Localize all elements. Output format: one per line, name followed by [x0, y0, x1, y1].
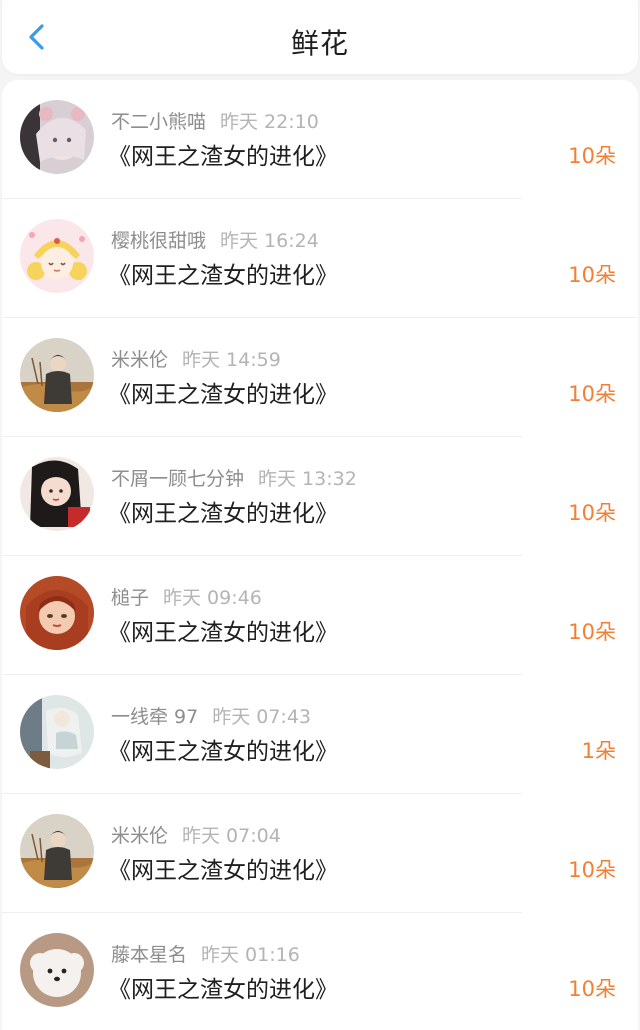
timestamp: 昨天 22:10	[220, 111, 319, 133]
top-bar: 鲜花	[2, 0, 638, 74]
timestamp: 昨天 01:16	[201, 944, 300, 966]
avatar[interactable]	[20, 100, 94, 174]
timestamp: 昨天 07:04	[182, 825, 281, 847]
record-meta: 米米伦 昨天 07:04	[111, 821, 281, 848]
list-item[interactable]: 槌子 昨天 09:46 《网王之渣女的进化》 10朵	[2, 556, 638, 675]
flower-count: 10朵	[568, 263, 616, 287]
record-meta: 藤本星名 昨天 01:16	[111, 940, 300, 967]
list-item[interactable]: 米米伦 昨天 07:04 《网王之渣女的进化》 10朵	[2, 794, 638, 913]
list-item[interactable]: 樱桃很甜哦 昨天 16:24 《网王之渣女的进化》 10朵	[2, 199, 638, 318]
avatar[interactable]	[20, 814, 94, 888]
record-meta: 一线牵 97 昨天 07:43	[111, 702, 311, 729]
avatar[interactable]	[20, 933, 94, 1007]
book-title[interactable]: 《网王之渣女的进化》	[108, 970, 338, 1004]
timestamp: 昨天 16:24	[220, 230, 319, 252]
username[interactable]: 米米伦	[111, 349, 168, 371]
username[interactable]: 一线牵 97	[111, 706, 198, 728]
record-meta: 米米伦 昨天 14:59	[111, 345, 281, 372]
flower-count: 1朵	[581, 739, 616, 763]
book-title[interactable]: 《网王之渣女的进化》	[108, 375, 338, 409]
flower-count: 10朵	[568, 382, 616, 406]
record-meta: 不屑一顾七分钟 昨天 13:32	[111, 464, 357, 491]
book-title[interactable]: 《网王之渣女的进化》	[108, 732, 338, 766]
timestamp: 昨天 09:46	[163, 587, 262, 609]
record-meta: 槌子 昨天 09:46	[111, 583, 262, 610]
avatar[interactable]	[20, 338, 94, 412]
flower-count: 10朵	[568, 620, 616, 644]
list-item[interactable]: 米米伦 昨天 14:59 《网王之渣女的进化》 10朵	[2, 318, 638, 437]
list-item[interactable]: 不屑一顾七分钟 昨天 13:32 《网王之渣女的进化》 10朵	[2, 437, 638, 556]
avatar[interactable]	[20, 695, 94, 769]
flower-count: 10朵	[568, 144, 616, 168]
book-title[interactable]: 《网王之渣女的进化》	[108, 256, 338, 290]
username[interactable]: 槌子	[111, 587, 149, 609]
list-item[interactable]: 不二小熊喵 昨天 22:10 《网王之渣女的进化》 10朵	[2, 80, 638, 199]
record-meta: 不二小熊喵 昨天 22:10	[111, 107, 319, 134]
avatar[interactable]	[20, 576, 94, 650]
avatar[interactable]	[20, 457, 94, 531]
book-title[interactable]: 《网王之渣女的进化》	[108, 851, 338, 885]
timestamp: 昨天 14:59	[182, 349, 281, 371]
flower-count: 10朵	[568, 501, 616, 525]
avatar[interactable]	[20, 219, 94, 293]
username[interactable]: 樱桃很甜哦	[111, 230, 206, 252]
flower-count: 10朵	[568, 977, 616, 1001]
page-title: 鲜花	[290, 27, 349, 60]
username[interactable]: 不二小熊喵	[111, 111, 206, 133]
record-meta: 樱桃很甜哦 昨天 16:24	[111, 226, 319, 253]
timestamp: 昨天 07:43	[212, 706, 312, 728]
flower-record-list: 不二小熊喵 昨天 22:10 《网王之渣女的进化》 10朵 樱桃很甜哦 昨天 1…	[2, 80, 638, 1030]
username[interactable]: 藤本星名	[111, 944, 187, 966]
list-item[interactable]: 一线牵 97 昨天 07:43 《网王之渣女的进化》 1朵	[2, 675, 638, 794]
book-title[interactable]: 《网王之渣女的进化》	[108, 494, 338, 528]
book-title[interactable]: 《网王之渣女的进化》	[108, 613, 338, 647]
username[interactable]: 不屑一顾七分钟	[111, 468, 244, 490]
timestamp: 昨天 13:32	[258, 468, 357, 490]
flower-count: 10朵	[568, 858, 616, 882]
username[interactable]: 米米伦	[111, 825, 168, 847]
book-title[interactable]: 《网王之渣女的进化》	[108, 137, 338, 171]
list-item[interactable]: 藤本星名 昨天 01:16 《网王之渣女的进化》 10朵	[2, 913, 638, 1030]
